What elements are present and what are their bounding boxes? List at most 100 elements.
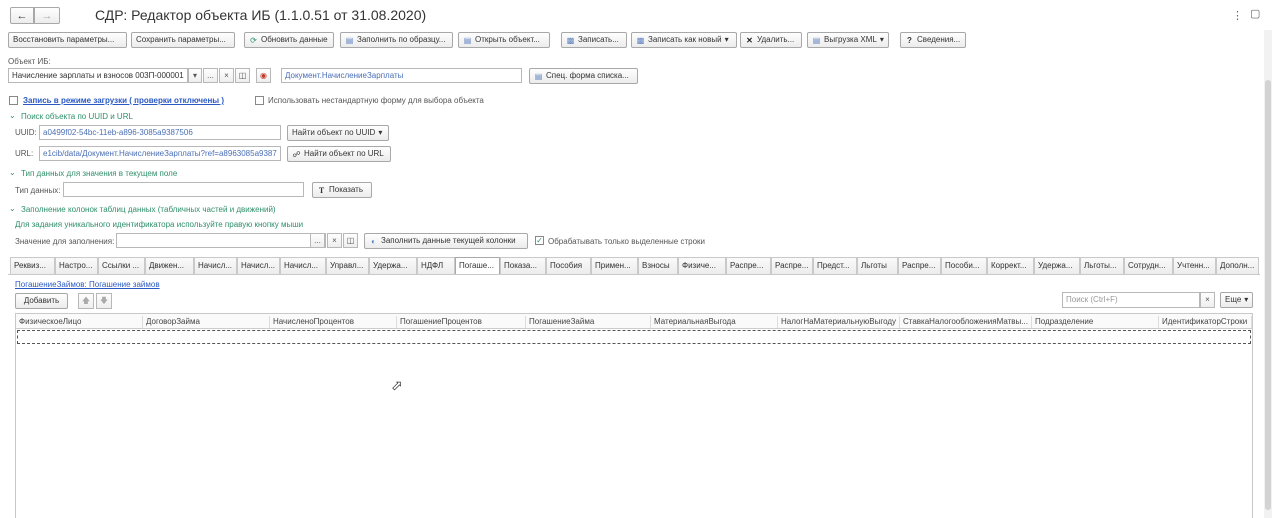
tab-item[interactable]: Дополн...	[1216, 257, 1259, 274]
clear-button[interactable]: ×	[327, 233, 342, 248]
fill-column-button[interactable]: ◐ Заполнить данные текущей колонки	[364, 233, 528, 249]
nonstandard-form-checkbox[interactable]	[255, 96, 264, 105]
refresh-button[interactable]: ⟳ Обновить данные	[244, 32, 334, 48]
write-new-button[interactable]: ▩ Записать как новый ▾	[631, 32, 737, 48]
search-section-header[interactable]: Поиск объекта по UUID и URL	[21, 112, 133, 121]
question-icon: ?	[907, 35, 912, 45]
tab-item[interactable]: Пособия	[546, 257, 591, 274]
add-button[interactable]: Добавить	[15, 293, 68, 309]
load-mode-checkbox[interactable]	[9, 96, 18, 105]
fill-value-field[interactable]	[116, 233, 326, 248]
column-header[interactable]: НалогНаМатериальнуюВыгоду	[778, 316, 900, 328]
column-header[interactable]: ПогашениеЗайма	[526, 316, 651, 328]
object-label: Объект ИБ:	[8, 57, 51, 66]
special-form-button[interactable]: ▤ Спец. форма списка...	[529, 68, 638, 84]
column-header[interactable]: Подразделение	[1032, 316, 1159, 328]
tab-item[interactable]: Распре...	[898, 257, 941, 274]
tab-item[interactable]: Пособи...	[941, 257, 987, 274]
choose-button[interactable]: ...	[203, 68, 218, 83]
tab-item[interactable]: Движен...	[145, 257, 194, 274]
column-header[interactable]: ПогашениеПроцентов	[397, 316, 526, 328]
table-row[interactable]	[17, 330, 1251, 344]
tab-item[interactable]: Распре...	[771, 257, 813, 274]
export-xml-button[interactable]: ▤ Выгрузка XML ▾	[807, 32, 889, 48]
more-button[interactable]: Еще ▾	[1220, 292, 1253, 308]
tab-item[interactable]: Сотрудн...	[1124, 257, 1173, 274]
arrow-left-icon: ←	[16, 9, 28, 22]
save-icon: ▩	[566, 35, 575, 45]
tab-item[interactable]: Коррект...	[987, 257, 1034, 274]
delete-button[interactable]: ✕ Удалить...	[740, 32, 802, 48]
tab-item[interactable]: Учтенн...	[1173, 257, 1216, 274]
arrow-up-icon[interactable]: 🡅	[78, 293, 94, 309]
tab-item[interactable]: Начисл...	[280, 257, 326, 274]
fill-sample-button[interactable]: ▤ Заполнить по образцу...	[340, 32, 453, 48]
arrow-down-icon[interactable]: 🡇	[96, 293, 112, 309]
tab-item[interactable]: Удержа...	[1034, 257, 1080, 274]
title-bar: ← → СДР: Редактор объекта ИБ (1.1.0.51 о…	[0, 0, 1272, 30]
chevron-down-icon[interactable]: ⌄	[9, 168, 16, 177]
tab-item[interactable]: Настро...	[55, 257, 98, 274]
open-icon[interactable]: ◫	[343, 233, 358, 248]
type-icon[interactable]: ◉	[256, 68, 271, 83]
data-type-field	[63, 182, 304, 197]
tab-item[interactable]: Удержа...	[369, 257, 417, 274]
only-selected-checkbox[interactable]: ✓	[535, 236, 544, 245]
tab-item[interactable]: Ссылки ...	[98, 257, 145, 274]
uuid-field[interactable]: a0499f02-54bc-11eb-a896-3085a9387506	[39, 125, 281, 140]
clear-search-button[interactable]: ×	[1200, 292, 1215, 308]
save-params-button[interactable]: Сохранить параметры...	[131, 32, 235, 48]
column-header[interactable]: СтавкаНалогообложенияМатвы...	[900, 316, 1032, 328]
tab-item[interactable]: Начисл...	[237, 257, 280, 274]
tab-item[interactable]: Начисл...	[194, 257, 237, 274]
search-input[interactable]: Поиск (Ctrl+F)	[1062, 292, 1200, 308]
forward-button[interactable]: →	[34, 7, 60, 24]
scrollbar[interactable]	[1264, 30, 1272, 518]
column-header[interactable]: ДоговорЗайма	[143, 316, 270, 328]
tab-item[interactable]: Управл...	[326, 257, 369, 274]
kebab-icon[interactable]: ⋮	[1232, 9, 1243, 22]
tab-item[interactable]: Распре...	[726, 257, 771, 274]
url-field[interactable]: e1cib/data/Документ.НачислениеЗарплаты?r…	[39, 146, 281, 161]
tab-item[interactable]: Показа...	[500, 257, 546, 274]
document-fill-icon: ▤	[345, 35, 354, 45]
tab-item[interactable]: Погаше...	[455, 257, 500, 275]
chevron-down-icon[interactable]: ⌄	[9, 204, 16, 213]
show-type-button[interactable]: T Показать	[312, 182, 372, 198]
tab-item[interactable]: Льготы...	[1080, 257, 1124, 274]
chevron-down-icon[interactable]: ⌄	[9, 111, 16, 120]
open-icon[interactable]: ◫	[235, 68, 250, 83]
tab-item[interactable]: Примен...	[591, 257, 638, 274]
tab-item[interactable]: Физиче...	[678, 257, 726, 274]
tab-item[interactable]: Предст...	[813, 257, 857, 274]
fill-section-header[interactable]: Заполнение колонок таблиц данных (таблич…	[21, 205, 276, 214]
dropdown-arrow-icon: ▾	[724, 35, 729, 44]
column-header[interactable]: ИдентификаторСтроки	[1159, 316, 1252, 328]
dropdown-arrow-icon[interactable]: ▾	[188, 68, 202, 83]
column-header[interactable]: ФизическоеЛицо	[16, 316, 143, 328]
column-header[interactable]: НачисленоПроцентов	[270, 316, 397, 328]
find-url-button[interactable]: ☍ Найти объект по URL	[287, 146, 391, 162]
clear-button[interactable]: ×	[219, 68, 234, 83]
refresh-icon: ⟳	[250, 35, 257, 45]
object-field[interactable]: Начисление зарплаты и взносов 003П-00000…	[8, 68, 188, 83]
choose-button[interactable]: ...	[310, 233, 325, 248]
object-type-field[interactable]: Документ.НачислениеЗарплаты	[281, 68, 522, 83]
info-button[interactable]: ? Сведения...	[900, 32, 966, 48]
column-header[interactable]: МатериальнаяВыгода	[651, 316, 778, 328]
open-object-button[interactable]: ▤ Открыть объект...	[458, 32, 550, 48]
load-mode-label[interactable]: Запись в режиме загрузки ( проверки откл…	[23, 96, 224, 105]
table-breadcrumb[interactable]: ПогашениеЗаймов: Погашение займов	[15, 280, 160, 289]
find-uuid-button[interactable]: Найти объект по UUID ▾	[287, 125, 389, 141]
expand-icon[interactable]: ▢	[1250, 7, 1260, 20]
xml-icon: ▤	[812, 35, 821, 45]
tab-item[interactable]: Взносы	[638, 257, 678, 274]
type-section-header[interactable]: Тип данных для значения в текущем поле	[21, 169, 177, 178]
tab-item[interactable]: НДФЛ	[417, 257, 455, 274]
write-button[interactable]: ▩ Записать...	[561, 32, 627, 48]
restore-params-button[interactable]: Восстановить параметры...	[8, 32, 127, 48]
tab-item[interactable]: Льготы	[857, 257, 898, 274]
tab-item[interactable]: Реквиз...	[10, 257, 55, 274]
back-button[interactable]: ←	[10, 7, 34, 24]
scrollbar-thumb[interactable]	[1265, 80, 1271, 510]
